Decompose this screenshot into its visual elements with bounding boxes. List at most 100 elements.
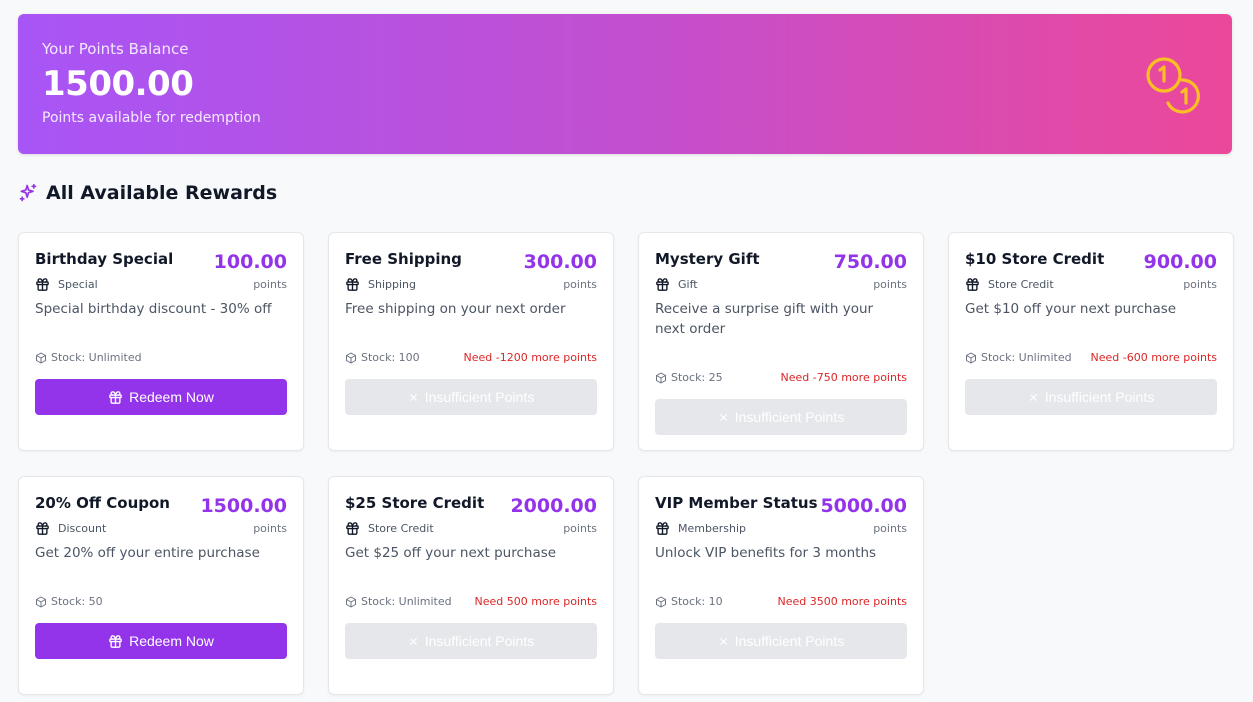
reward-name: $10 Store Credit	[965, 250, 1105, 268]
reward-stock: Stock: Unlimited	[345, 595, 452, 608]
package-icon	[655, 372, 667, 384]
insufficient-button-label: Insufficient Points	[734, 633, 845, 649]
reward-price: 300.00	[523, 251, 597, 273]
points-unit-label: points	[253, 522, 287, 535]
gift-icon	[655, 277, 670, 292]
reward-stock-label: Stock: 10	[671, 595, 723, 608]
reward-price: 900.00	[1143, 251, 1217, 273]
insufficient-points-button[interactable]: Insufficient Points	[655, 399, 907, 435]
package-icon	[655, 596, 667, 608]
reward-price: 2000.00	[510, 495, 597, 517]
redeem-button-label: Redeem Now	[129, 633, 214, 649]
reward-description: Get $25 off your next purchase	[345, 545, 557, 561]
points-unit-label: points	[1183, 278, 1217, 291]
reward-category-label: Discount	[58, 522, 107, 535]
reward-stock: Stock: 25	[655, 371, 723, 384]
gift-icon	[108, 634, 123, 649]
package-icon	[345, 596, 357, 608]
reward-stock: Stock: Unlimited	[35, 351, 142, 364]
reward-description: Unlock VIP benefits for 3 months	[655, 545, 877, 561]
close-icon	[718, 412, 729, 423]
reward-category-label: Special	[58, 278, 98, 291]
close-icon	[408, 392, 419, 403]
points-unit-label: points	[873, 522, 907, 535]
insufficient-points-button[interactable]: Insufficient Points	[655, 623, 907, 659]
insufficient-button-label: Insufficient Points	[424, 633, 535, 649]
balance-label: Your Points Balance	[42, 40, 189, 58]
coins-icon	[1144, 56, 1206, 116]
reward-stock: Stock: 10	[655, 595, 723, 608]
package-icon	[35, 352, 47, 364]
insufficient-button-label: Insufficient Points	[1044, 389, 1155, 405]
reward-price: 750.00	[833, 251, 907, 273]
reward-category: Discount	[35, 521, 106, 536]
points-needed-label: Need 500 more points	[474, 595, 597, 608]
redeem-now-button[interactable]: Redeem Now	[35, 379, 287, 415]
reward-price: 1500.00	[200, 495, 287, 517]
points-unit-label: points	[563, 278, 597, 291]
redeem-button-label: Redeem Now	[129, 389, 214, 405]
reward-name: Birthday Special	[35, 250, 174, 268]
reward-category-label: Store Credit	[368, 522, 434, 535]
points-unit-label: points	[563, 522, 597, 535]
points-needed-label: Need 3500 more points	[777, 595, 907, 608]
reward-price: 100.00	[213, 251, 287, 273]
reward-price: 5000.00	[820, 495, 907, 517]
reward-card-0: Birthday Special 100.00 points Special S…	[18, 232, 304, 451]
gift-icon	[965, 277, 980, 292]
reward-stock-label: Stock: Unlimited	[51, 351, 142, 364]
reward-card-6: VIP Member Status 5000.00 points Members…	[638, 476, 924, 695]
reward-category-label: Store Credit	[988, 278, 1054, 291]
balance-subtext: Points available for redemption	[42, 110, 261, 126]
reward-name: Mystery Gift	[655, 250, 760, 268]
package-icon	[35, 596, 47, 608]
gift-icon	[108, 390, 123, 405]
reward-category-label: Membership	[678, 522, 746, 535]
gift-icon	[345, 521, 360, 536]
points-needed-label: Need -1200 more points	[463, 351, 597, 364]
reward-name: 20% Off Coupon	[35, 494, 170, 512]
reward-stock-label: Stock: Unlimited	[981, 351, 1072, 364]
reward-stock-label: Stock: 100	[361, 351, 420, 364]
reward-stock-label: Stock: 50	[51, 595, 103, 608]
reward-card-3: $10 Store Credit 900.00 points Store Cre…	[948, 232, 1234, 451]
insufficient-button-label: Insufficient Points	[424, 389, 535, 405]
package-icon	[345, 352, 357, 364]
reward-name: $25 Store Credit	[345, 494, 485, 512]
reward-card-2: Mystery Gift 750.00 points Gift Receive …	[638, 232, 924, 451]
close-icon	[408, 636, 419, 647]
points-needed-label: Need -750 more points	[780, 371, 907, 384]
insufficient-points-button[interactable]: Insufficient Points	[345, 379, 597, 415]
reward-name: Free Shipping	[345, 250, 462, 268]
reward-stock-label: Stock: 25	[671, 371, 723, 384]
reward-category: Special	[35, 277, 98, 292]
reward-card-4: 20% Off Coupon 1500.00 points Discount G…	[18, 476, 304, 695]
gift-icon	[345, 277, 360, 292]
insufficient-points-button[interactable]: Insufficient Points	[965, 379, 1217, 415]
reward-category: Store Credit	[345, 521, 434, 536]
section-title: All Available Rewards	[46, 182, 278, 204]
points-balance-card: Your Points Balance 1500.00 Points avail…	[18, 14, 1232, 154]
reward-description: Get $10 off your next purchase	[965, 301, 1177, 317]
reward-description: Free shipping on your next order	[345, 301, 566, 317]
reward-card-1: Free Shipping 300.00 points Shipping Fre…	[328, 232, 614, 451]
reward-description: Get 20% off your entire purchase	[35, 545, 260, 561]
points-unit-label: points	[253, 278, 287, 291]
reward-category: Store Credit	[965, 277, 1054, 292]
reward-name: VIP Member Status	[655, 494, 818, 512]
close-icon	[718, 636, 729, 647]
reward-description: Special birthday discount - 30% off	[35, 301, 272, 317]
reward-category: Gift	[655, 277, 698, 292]
gift-icon	[655, 521, 670, 536]
reward-category-label: Shipping	[368, 278, 416, 291]
reward-description: Receive a surprise gift with your next o…	[655, 301, 874, 337]
insufficient-points-button[interactable]: Insufficient Points	[345, 623, 597, 659]
redeem-now-button[interactable]: Redeem Now	[35, 623, 287, 659]
gift-icon	[35, 277, 50, 292]
gift-icon	[35, 521, 50, 536]
balance-value: 1500.00	[42, 64, 194, 104]
reward-stock: Stock: Unlimited	[965, 351, 1072, 364]
close-icon	[1028, 392, 1039, 403]
points-unit-label: points	[873, 278, 907, 291]
reward-stock: Stock: 50	[35, 595, 103, 608]
